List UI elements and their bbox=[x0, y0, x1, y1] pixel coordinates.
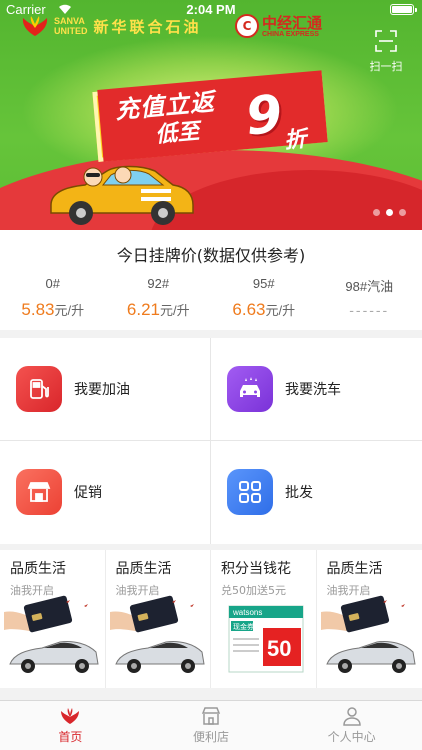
partner-en: CHINA EXPRESS bbox=[262, 30, 319, 38]
price-item-98: 98#汽油 ------ bbox=[317, 276, 422, 320]
price-value: 6.21元/升 bbox=[106, 300, 212, 320]
card-and-car-image bbox=[320, 595, 416, 673]
price-unit: 元/升 bbox=[159, 303, 190, 318]
fuel-price-board: 今日挂牌价(数据仅供参考) 0# 5.83元/升 92# 6.21元/升 95#… bbox=[0, 230, 422, 330]
user-icon bbox=[342, 707, 361, 726]
service-label: 促销 bbox=[74, 485, 102, 501]
promo-card-1[interactable]: 品质生活 油我开启 bbox=[0, 550, 106, 688]
tab-store[interactable]: 便利店 bbox=[141, 701, 282, 750]
home-icon bbox=[61, 708, 80, 724]
card-and-car-image bbox=[4, 595, 99, 673]
shop-icon bbox=[16, 469, 62, 515]
service-label: 我要洗车 bbox=[285, 382, 341, 398]
service-grid: 我要加油 我要洗车 促销 批发 bbox=[0, 338, 422, 544]
price-board-title: 今日挂牌价(数据仅供参考) bbox=[116, 246, 306, 265]
banner-dot-3[interactable] bbox=[399, 209, 406, 216]
service-label: 批发 bbox=[285, 485, 313, 501]
scan-button[interactable]: 扫一扫 bbox=[366, 30, 406, 73]
scan-label: 扫一扫 bbox=[369, 60, 403, 73]
price-unit: 元/升 bbox=[265, 303, 296, 318]
fuel-pump-icon bbox=[16, 366, 62, 412]
price-value: 6.63元/升 bbox=[211, 300, 317, 320]
price-unit: 元/升 bbox=[54, 303, 85, 318]
status-bar: Carrier 2:04 PM bbox=[0, 0, 422, 20]
card-title: 品质生活 bbox=[10, 561, 66, 577]
coupon-brand: watsons bbox=[232, 608, 262, 617]
price-item-0: 0# 5.83元/升 bbox=[0, 276, 106, 320]
store-icon bbox=[201, 707, 221, 725]
promo-card-3[interactable]: 积分当钱花 兑50加送5元 watsons 现金券 50 bbox=[211, 550, 317, 688]
service-label: 我要加油 bbox=[74, 382, 130, 398]
card-and-car-image bbox=[109, 595, 205, 673]
price-number: 6.63 bbox=[232, 300, 266, 319]
price-grade: 0# bbox=[45, 276, 60, 291]
card-title: 品质生活 bbox=[115, 561, 172, 577]
price-value: 5.83元/升 bbox=[0, 300, 106, 320]
tab-profile[interactable]: 个人中心 bbox=[281, 701, 422, 750]
promo-banner[interactable]: SANVA UNITED 新华联合石油 C 中经汇通 CHINA EXPRESS… bbox=[0, 0, 422, 230]
banner-dot-2[interactable] bbox=[386, 209, 393, 216]
price-number: 5.83 bbox=[21, 300, 55, 319]
promotion-button[interactable]: 促销 bbox=[0, 441, 210, 543]
grid-icon bbox=[227, 469, 273, 515]
battery-icon bbox=[390, 4, 417, 15]
tab-home[interactable]: 首页 bbox=[0, 701, 141, 750]
banner-pagination[interactable] bbox=[373, 209, 406, 216]
coupon-value: 50 bbox=[267, 636, 291, 661]
refuel-button[interactable]: 我要加油 bbox=[0, 338, 210, 440]
tab-label: 首页 bbox=[58, 730, 83, 744]
price-item-92: 92# 6.21元/升 bbox=[106, 276, 212, 320]
price-item-95: 95# 6.63元/升 bbox=[211, 276, 317, 320]
tab-bar: 首页 便利店 个人中心 bbox=[0, 700, 422, 750]
promo-card-strip: 品质生活 油我开启 品质生活 油我开启 积分当钱花 兑50加送5元 watson… bbox=[0, 550, 422, 688]
price-grade: 92# bbox=[147, 276, 170, 291]
coupon-label: 现金券 bbox=[233, 622, 254, 631]
app-screen: SANVA UNITED 新华联合石油 C 中经汇通 CHINA EXPRESS… bbox=[0, 0, 422, 750]
price-row: 0# 5.83元/升 92# 6.21元/升 95# 6.63元/升 98#汽油… bbox=[0, 276, 422, 320]
promo-card-4[interactable]: 品质生活 油我开启 bbox=[317, 550, 422, 688]
car-wash-icon bbox=[227, 366, 273, 412]
promo-card-2[interactable]: 品质生活 油我开启 bbox=[106, 550, 211, 688]
promo-discount-number: 9 bbox=[243, 84, 285, 148]
price-number: 6.21 bbox=[126, 300, 160, 319]
card-title: 积分当钱花 bbox=[221, 561, 291, 577]
price-placeholder: ------ bbox=[349, 302, 390, 318]
cartoon-car-image bbox=[50, 165, 194, 225]
price-grade: 98#汽油 bbox=[345, 279, 394, 294]
wholesale-button[interactable]: 批发 bbox=[211, 441, 421, 543]
brand-en-line2: UNITED bbox=[54, 26, 88, 36]
scan-icon bbox=[375, 30, 397, 52]
tab-label: 个人中心 bbox=[327, 730, 376, 744]
price-grade: 95# bbox=[252, 276, 275, 291]
banner-dot-1[interactable] bbox=[373, 209, 380, 216]
tab-label: 便利店 bbox=[193, 730, 230, 744]
card-title: 品质生活 bbox=[326, 561, 383, 577]
promo-line2: 低至 bbox=[154, 119, 201, 148]
coupon-image: watsons 现金券 50 bbox=[228, 605, 304, 673]
car-wash-button[interactable]: 我要洗车 bbox=[211, 338, 421, 440]
promo-discount-unit: 折 bbox=[283, 127, 308, 154]
status-time: 2:04 PM bbox=[186, 2, 236, 17]
